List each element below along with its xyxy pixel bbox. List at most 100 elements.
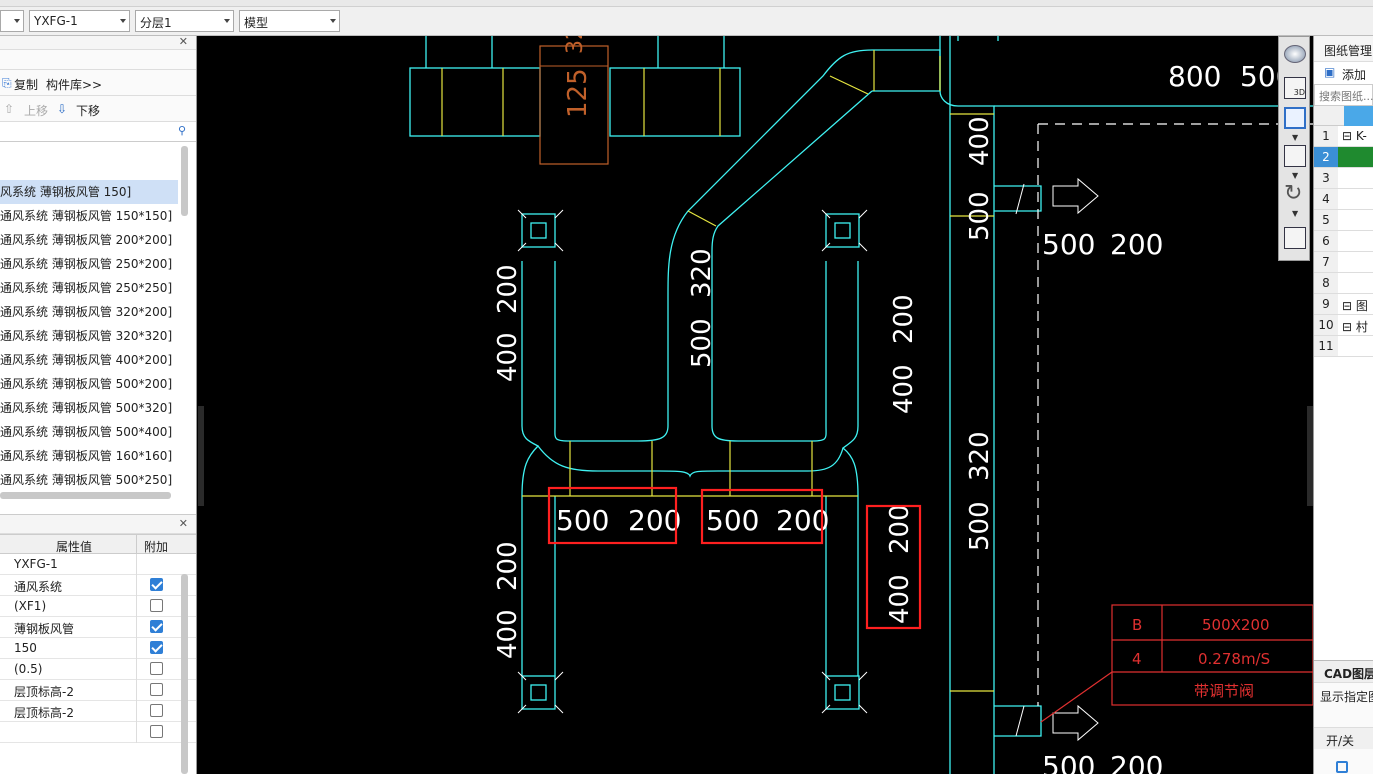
extra-checkbox[interactable] [150,578,163,591]
search-icon[interactable]: ⚲ [178,124,186,137]
add-button[interactable]: 添加 [1342,66,1366,83]
prop-value[interactable]: 层顶标高-2 [14,683,74,700]
left-splitter[interactable] [198,406,204,506]
plan-view-icon[interactable] [1284,107,1306,129]
panel-spacer [0,50,196,70]
label-320-top: 320 [563,36,588,54]
prop-row: (0.5) [0,659,196,680]
copy-button[interactable]: 复制 [14,76,38,93]
component-search-input[interactable]: ⚲ [0,122,196,142]
chevron-down-icon [14,19,20,23]
drawing-tree-row[interactable]: 4 [1314,189,1373,210]
list-item[interactable]: 通风系统 薄钢板风管 160*160] [0,444,196,468]
label-200-mid-r: 200 [889,294,919,344]
list-item[interactable]: 风系统 薄钢板风管 150] [0,180,178,204]
drawing-tree-row[interactable]: 10 ⊟ 村 [1314,315,1373,336]
library-button[interactable]: 构件库>> [46,76,102,93]
cad-show-label[interactable]: 显示指定图 [1320,688,1373,705]
layer-toggle-checkbox[interactable] [1336,761,1348,773]
drawing-tree-row[interactable]: 9 ⊟ 图 [1314,294,1373,315]
extra-checkbox[interactable] [150,683,163,696]
orbit-icon[interactable] [1284,45,1306,63]
props-scrollbar[interactable] [181,574,188,774]
props-panel-header: ✕ [0,514,196,534]
prop-row: (XF1) [0,596,196,617]
extra-checkbox[interactable] [150,662,163,675]
3d-view-icon[interactable]: 3D [1284,77,1306,99]
drawing-tree-row[interactable]: 3 [1314,168,1373,189]
label-125: 125 [563,68,593,118]
chevron-down-icon[interactable]: ▼ [1292,171,1298,180]
move-up-button[interactable]: 上移 [24,102,48,119]
prop-value[interactable]: (XF1) [14,599,46,613]
list-hscrollbar[interactable] [0,492,171,499]
component-select[interactable]: YXFG-1 [29,10,130,32]
props-table-header: 属性值 附加 [0,534,196,555]
prop-value[interactable]: 150 [14,641,37,655]
table-note: 带调节阀 [1194,682,1254,700]
close-icon[interactable]: ✕ [179,517,188,530]
list-item[interactable]: 通风系统 薄钢板风管 250*200] [0,252,196,276]
chevron-down-icon [330,19,336,23]
list-item[interactable]: 通风系统 薄钢板风管 150*150] [0,204,196,228]
row-number: 9 [1314,294,1338,314]
prop-value[interactable]: 薄钢板风管 [14,620,74,637]
chevron-down-icon[interactable]: ▼ [1292,133,1298,142]
prop-value[interactable]: 通风系统 [14,578,62,595]
arrow-down-icon: ⇩ [57,102,68,116]
list-item[interactable]: 通风系统 薄钢板风管 500*200] [0,372,196,396]
extra-checkbox[interactable] [150,641,163,654]
close-icon[interactable]: ✕ [179,35,188,48]
list-item[interactable]: 通风系统 薄钢板风管 250*250] [0,276,196,300]
layout-icon[interactable] [1284,227,1306,249]
extra-checkbox[interactable] [150,725,163,738]
drawing-search-input[interactable]: 搜索图纸... [1319,88,1373,104]
box2-500: 500 [706,504,759,537]
chevron-down-icon[interactable]: ▼ [1292,209,1298,218]
list-scrollbar[interactable] [181,146,188,216]
box1-500: 500 [556,504,609,537]
list-item[interactable]: 通风系统 薄钢板风管 500*250] [0,468,196,492]
copy-icon: ⎘ [2,76,12,90]
box-view-icon[interactable] [1284,145,1306,167]
drawing-tree-row[interactable]: 5 [1314,210,1373,231]
list-item[interactable]: 通风系统 薄钢板风管 200*200] [0,228,196,252]
row-label: ⊟ 村 [1342,320,1368,334]
model-select-value: 模型 [244,16,269,30]
drawing-tree-row[interactable]: 7 [1314,252,1373,273]
drawing-tree-row[interactable]: 1 ⊟ K- [1314,126,1373,147]
list-item[interactable]: 通风系统 薄钢板风管 320*320] [0,324,196,348]
drawing-tree-row[interactable]: 6 [1314,231,1373,252]
cad-canvas[interactable]: 125 320 800 500 500 200 500 200 500 200 … [198,36,1313,774]
move-toolbar: ⇧ 上移 ⇩ 下移 [0,96,196,122]
prop-value[interactable]: (0.5) [14,662,42,676]
list-item[interactable]: 通风系统 薄钢板风管 400*200] [0,348,196,372]
table-b: B [1132,616,1142,634]
model-select[interactable]: 模型 [239,10,340,32]
component-toolbar: ⎘ 复制 构件库>> [0,70,196,96]
extra-checkbox[interactable] [150,599,163,612]
row-number: 8 [1314,273,1338,293]
drawing-tree-row[interactable]: 2 [1314,147,1373,168]
list-item[interactable]: 通风系统 薄钢板风管 320*200] [0,300,196,324]
layer-select[interactable]: 分层1 [135,10,234,32]
combo-blank[interactable] [0,10,24,32]
label-320-mid: 320 [687,248,717,298]
list-item[interactable]: 通风系统 薄钢板风管 500*400] [0,420,196,444]
prop-value[interactable]: 层顶标高-2 [14,704,74,721]
move-down-button[interactable]: 下移 [76,102,100,119]
drawing-tree-row[interactable]: 8 [1314,273,1373,294]
rotate-icon[interactable]: ↻ [1284,181,1302,206]
prop-value[interactable]: YXFG-1 [14,557,58,571]
ribbon-edge [0,0,1373,7]
extra-checkbox[interactable] [150,620,163,633]
drawing-tree: 1 ⊟ K- 2 3 4 5 6 7 8 9 ⊟ 图 10 ⊟ 村 11 [1314,126,1373,357]
layer-select-value: 分层1 [140,16,172,30]
label-500-a: 500 [1042,228,1095,261]
extra-checkbox[interactable] [150,704,163,717]
drawing-tree-row[interactable]: 11 [1314,336,1373,357]
label-200-a: 200 [1110,228,1163,261]
component-select-value: YXFG-1 [34,14,78,28]
list-item[interactable]: 通风系统 薄钢板风管 500*320] [0,396,196,420]
top-toolbar: YXFG-1 分层1 模型 [0,0,1373,36]
